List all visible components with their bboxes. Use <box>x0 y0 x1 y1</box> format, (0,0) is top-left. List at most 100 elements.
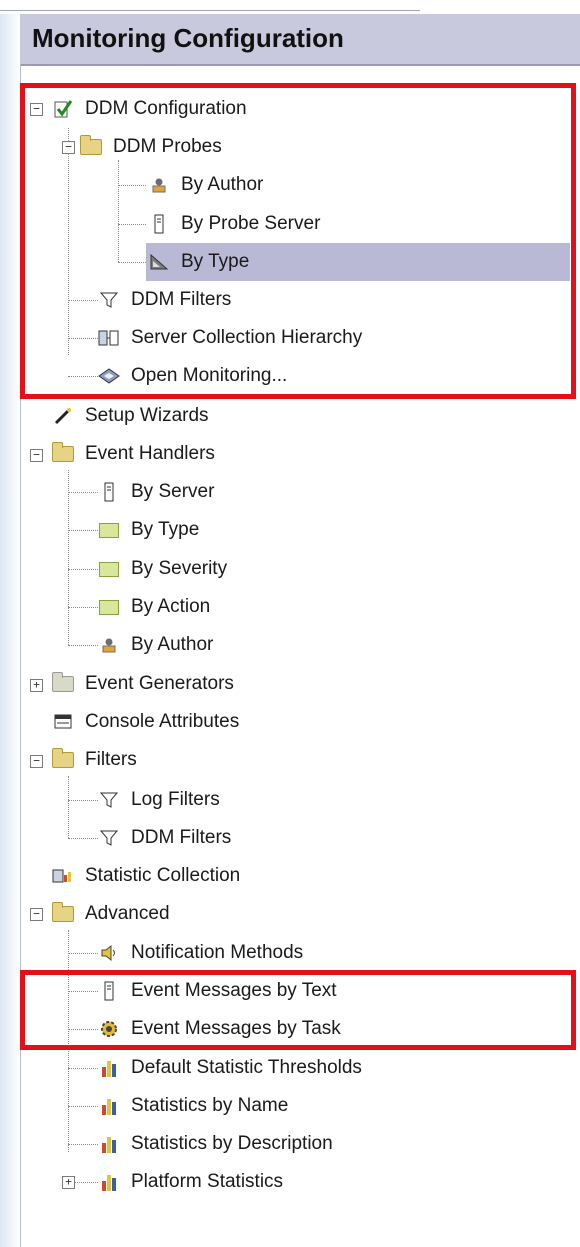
tree-item-label: By Type <box>178 249 253 275</box>
tree-item-label: Event Messages by Task <box>131 1018 341 1039</box>
collapse-toggle-ddm-probes[interactable]: − <box>62 141 75 154</box>
tree-item-statistics-by-name[interactable]: Statistics by Name <box>98 1087 291 1125</box>
tree-line <box>68 338 98 339</box>
tree-item-platform-statistics[interactable]: Platform Statistics <box>98 1163 286 1201</box>
tree-line <box>68 645 98 646</box>
user-icon <box>148 174 170 196</box>
tree-item-eh-by-action[interactable]: By Action <box>98 588 213 626</box>
tree-item-label: Advanced <box>85 903 170 924</box>
expand-toggle-event-generators[interactable]: + <box>30 679 43 692</box>
tree-item-label: Filters <box>85 749 137 770</box>
tree-item-event-messages-by-task[interactable]: Event Messages by Task <box>98 1010 344 1048</box>
tree-line <box>68 1068 98 1069</box>
server-icon <box>98 481 120 503</box>
server-collection-icon <box>98 327 120 349</box>
server-icon <box>98 980 120 1002</box>
funnel-icon <box>98 827 120 849</box>
tree-item-by-author[interactable]: By Author <box>148 166 266 204</box>
tree-item-label: Server Collection Hierarchy <box>131 327 363 348</box>
tree-item-eh-by-server[interactable]: By Server <box>98 473 217 511</box>
diamond-icon <box>98 365 120 387</box>
tree-item-label: Event Messages by Text <box>131 980 337 1001</box>
tree-item-label: By Probe Server <box>181 213 321 234</box>
tree-item-label: DDM Filters <box>131 827 232 848</box>
tree-line <box>118 224 146 225</box>
tree-item-ddm-configuration[interactable]: DDM Configuration <box>52 90 250 128</box>
tree-item-label: By Severity <box>131 558 228 579</box>
folder-open-icon <box>52 902 74 925</box>
collapse-toggle-filters[interactable]: − <box>30 755 43 768</box>
tree-item-open-monitoring[interactable]: Open Monitoring... <box>98 357 290 395</box>
tree-line <box>68 300 98 301</box>
tree-item-label: DDM Configuration <box>85 98 247 119</box>
tree-item-event-generators[interactable]: Event Generators <box>52 665 237 703</box>
tree-line <box>68 991 98 992</box>
statistic-collection-icon <box>52 865 74 887</box>
tree-item-label: Log Filters <box>131 789 220 810</box>
speaker-icon <box>98 942 120 964</box>
tree-item-label: Default Statistic Thresholds <box>131 1057 362 1078</box>
bar-chart-icon <box>98 1095 120 1117</box>
tree-item-statistics-by-description[interactable]: Statistics by Description <box>98 1125 336 1163</box>
tree-item-label: DDM Filters <box>131 289 232 310</box>
tree-item-eh-by-author[interactable]: By Author <box>98 626 216 664</box>
folder-open-icon <box>52 748 74 771</box>
tree-item-ddm-probes[interactable]: DDM Probes <box>80 128 225 166</box>
tree-line <box>68 1106 98 1107</box>
collapse-toggle-event-handlers[interactable]: − <box>30 449 43 462</box>
tree-line <box>68 376 98 377</box>
tree-line <box>68 776 69 838</box>
tree-item-default-statistic-thresholds[interactable]: Default Statistic Thresholds <box>98 1049 365 1087</box>
tree-item-label: DDM Probes <box>113 136 222 157</box>
tree-line <box>68 128 69 355</box>
tree-item-label: Notification Methods <box>131 942 304 963</box>
tree-item-setup-wizards[interactable]: Setup Wizards <box>52 397 212 435</box>
tree-item-by-type[interactable]: By Type <box>146 243 570 281</box>
wand-icon <box>52 405 74 427</box>
folder-closed-icon <box>52 672 74 695</box>
tree-line <box>68 1029 98 1030</box>
tree-item-console-attributes[interactable]: Console Attributes <box>52 703 242 741</box>
tree-item-label: Open Monitoring... <box>131 365 288 386</box>
funnel-icon <box>98 289 120 311</box>
expand-toggle-platform-statistics[interactable]: + <box>62 1176 75 1189</box>
tree-item-label: Event Handlers <box>85 443 215 464</box>
funnel-icon <box>98 789 120 811</box>
tree-item-server-collection-hierarchy[interactable]: Server Collection Hierarchy <box>98 319 365 357</box>
tree-item-event-handlers[interactable]: Event Handlers <box>52 435 218 473</box>
tree-line <box>68 930 69 1152</box>
tree-item-eh-by-severity[interactable]: By Severity <box>98 550 230 588</box>
tree-item-by-probe-server[interactable]: By Probe Server <box>148 205 323 243</box>
tree-item-filters-ddm-filters[interactable]: DDM Filters <box>98 819 234 857</box>
bar-chart-icon <box>98 1133 120 1155</box>
tree-line <box>68 607 98 608</box>
grid-icon <box>98 596 120 618</box>
tree-item-label: Statistics by Name <box>131 1095 289 1116</box>
type-icon <box>148 251 170 273</box>
bar-chart-icon <box>98 1171 120 1193</box>
tree-line <box>68 530 98 531</box>
tree-item-label: By Action <box>131 596 211 617</box>
tree-line <box>68 569 98 570</box>
tree-item-eh-by-type[interactable]: By Type <box>98 511 202 549</box>
tree-item-filters[interactable]: Filters <box>52 741 140 779</box>
grid-icon <box>98 519 120 541</box>
tree-line <box>68 800 98 801</box>
collapse-toggle-advanced[interactable]: − <box>30 908 43 921</box>
tree-item-statistic-collection[interactable]: Statistic Collection <box>52 857 243 895</box>
tree-item-advanced[interactable]: Advanced <box>52 895 173 933</box>
tree-item-label: Event Generators <box>85 673 234 694</box>
tree-item-label: Platform Statistics <box>131 1171 284 1192</box>
user-icon <box>98 634 120 656</box>
tree-item-notification-methods[interactable]: Notification Methods <box>98 934 306 972</box>
tree-line <box>118 262 146 263</box>
tree-line <box>68 953 98 954</box>
tree-item-label: By Author <box>181 174 264 195</box>
tree-item-ddm-filters[interactable]: DDM Filters <box>98 281 234 319</box>
folder-open-icon <box>52 442 74 465</box>
collapse-toggle-ddm-configuration[interactable]: − <box>30 103 43 116</box>
console-icon <box>52 711 74 733</box>
tree-item-log-filters[interactable]: Log Filters <box>98 781 223 819</box>
tree-line <box>68 838 98 839</box>
tree-item-event-messages-by-text[interactable]: Event Messages by Text <box>98 972 340 1010</box>
